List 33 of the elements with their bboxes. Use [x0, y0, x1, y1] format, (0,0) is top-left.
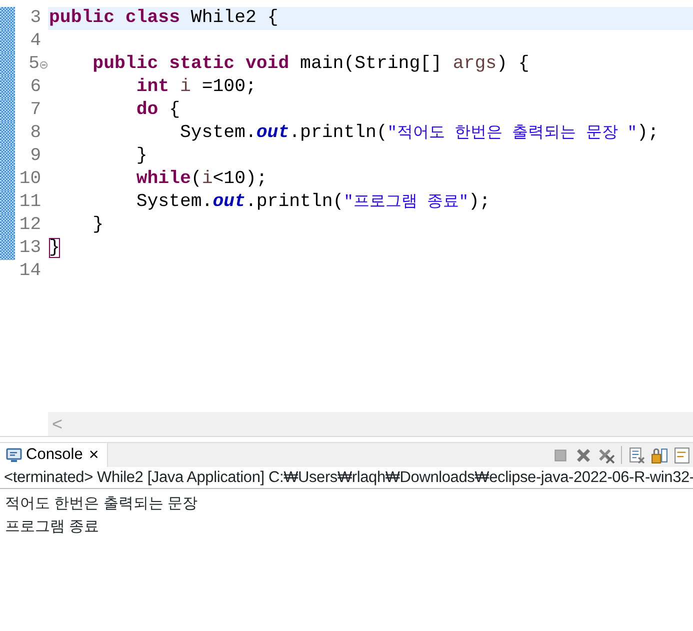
remove-all-icon[interactable]: [598, 446, 615, 464]
line-number: 5: [28, 53, 40, 76]
line-number: 12: [18, 214, 41, 237]
console-output-line: 적어도 한번은 출력되는 문장: [5, 494, 199, 514]
console-tab[interactable]: Console ×: [0, 443, 108, 467]
code-line: }: [48, 237, 61, 260]
line-number: 13: [18, 237, 41, 260]
remove-icon[interactable]: [575, 446, 592, 464]
code-line: System.out.println("프로그램 종료");: [135, 191, 492, 214]
code-line: System.out.println("적어도 한번은 출력되는 문장 ");: [178, 122, 660, 145]
code-line: int i =100;: [135, 76, 258, 99]
line-number: 8: [29, 122, 41, 145]
code-line: }: [92, 214, 105, 237]
clear-console-icon[interactable]: [628, 446, 645, 464]
line-number: 4: [29, 30, 41, 53]
line-number: 10: [18, 168, 41, 191]
code-line: while(i<10);: [135, 168, 268, 191]
monitor-icon: [6, 448, 22, 462]
line-number: 7: [29, 99, 41, 122]
line-number: 14: [18, 260, 41, 283]
code-line: }: [135, 145, 148, 168]
lock-icon[interactable]: [651, 446, 668, 464]
code-line: public static void main(String[] args) {: [92, 53, 530, 76]
console-output-line: 프로그램 종료: [5, 517, 100, 537]
line-number: 3: [29, 7, 41, 30]
line-number: 9: [29, 145, 41, 168]
word-wrap-icon[interactable]: [674, 446, 691, 464]
collapse-icon[interactable]: [40, 60, 48, 68]
close-icon[interactable]: ×: [86, 442, 101, 468]
line-number: 11: [18, 191, 41, 214]
stop-icon[interactable]: [552, 446, 569, 464]
line-number: 6: [29, 76, 41, 99]
code-line: do {: [135, 99, 181, 122]
